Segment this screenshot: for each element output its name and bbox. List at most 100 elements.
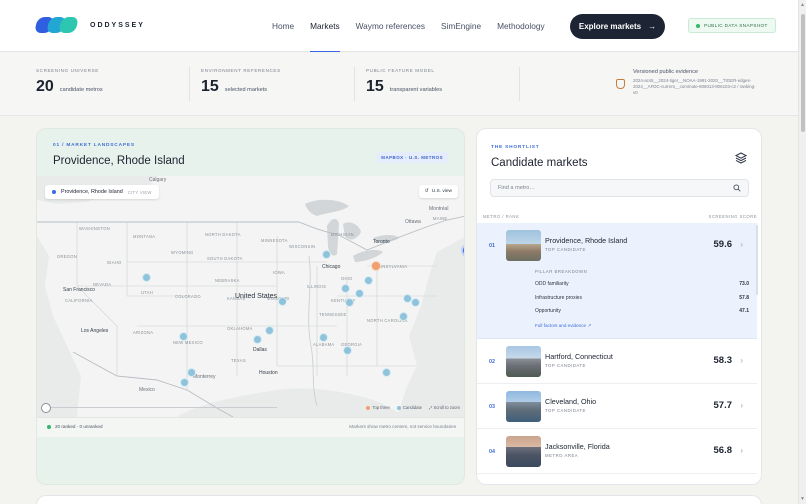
pillar-row: ODD familiarity 73.0 bbox=[535, 281, 749, 295]
metro-name: Providence, Rhode Island bbox=[545, 236, 628, 245]
svg-text:NEW MEXICO: NEW MEXICO bbox=[173, 340, 203, 345]
legend-scroll-hint: ⤢ Scroll to zoom bbox=[429, 405, 460, 410]
svg-text:WISCONSIN: WISCONSIN bbox=[289, 244, 315, 249]
city-thumbnail bbox=[506, 391, 541, 422]
scroll-up-icon[interactable]: ▲ bbox=[800, 2, 805, 8]
map-marker-candidate[interactable] bbox=[265, 326, 274, 335]
nav-item-simengine[interactable]: SimEngine bbox=[441, 0, 481, 52]
map-footer: 20 ranked · 0 unranked Markers show metr… bbox=[37, 417, 464, 437]
map-label-ottawa: Ottawa bbox=[405, 219, 421, 225]
metro-search-input[interactable]: Find a metro… bbox=[490, 179, 749, 197]
pillar-label: Infrastructure proxies bbox=[535, 294, 582, 301]
pillar-row: Infrastructure proxies 57.8 bbox=[535, 295, 749, 309]
svg-text:TENNESSEE: TENNESSEE bbox=[319, 312, 347, 317]
explore-markets-label: Explore markets bbox=[578, 22, 642, 31]
map-marker-candidate[interactable] bbox=[355, 289, 364, 298]
map-legend: Top three Candidate ⤢ Scroll to zoom bbox=[366, 405, 460, 410]
map-marker-candidate[interactable] bbox=[399, 312, 408, 321]
stat-value: 15 bbox=[366, 78, 384, 95]
svg-text:WYOMING: WYOMING bbox=[171, 250, 194, 255]
map-marker-candidate[interactable] bbox=[382, 368, 391, 377]
chevron-right-icon: › bbox=[740, 240, 743, 249]
market-landscape-card: 01 / MARKET LANDSCAPES Providence, Rhode… bbox=[36, 128, 465, 485]
chevron-right-icon: › bbox=[740, 446, 743, 455]
svg-text:MICHIGAN: MICHIGAN bbox=[331, 232, 354, 237]
stat-label: transparent variables bbox=[389, 87, 443, 93]
scroll-down-icon[interactable]: ▼ bbox=[800, 496, 805, 502]
map-marker-candidate[interactable] bbox=[278, 297, 287, 306]
full-factors-link[interactable]: Full factors and evidence ↗ bbox=[535, 323, 749, 329]
map-marker-candidate[interactable] bbox=[180, 378, 189, 387]
map-marker-candidate[interactable] bbox=[343, 346, 352, 355]
shortlist-card: THE SHORTLIST Candidate markets Find a m… bbox=[476, 128, 762, 485]
pillar-label: ODD familiarity bbox=[535, 281, 569, 287]
svg-text:NEBRASKA: NEBRASKA bbox=[215, 278, 240, 283]
map-title: Providence, Rhode Island bbox=[53, 155, 185, 167]
map-marker-candidate[interactable] bbox=[411, 298, 420, 307]
page-scrollbar[interactable]: ▲ ▼ bbox=[798, 0, 806, 504]
map-label-calgary: Calgary bbox=[149, 177, 167, 183]
explore-markets-button[interactable]: Explore markets → bbox=[570, 14, 665, 39]
nav-item-markets[interactable]: Markets bbox=[310, 0, 340, 52]
map-label-los-angeles: Los Angeles bbox=[81, 328, 109, 334]
map-marker-candidate[interactable] bbox=[179, 332, 188, 341]
map-marker-candidate[interactable] bbox=[187, 368, 196, 377]
svg-text:IOWA: IOWA bbox=[273, 270, 285, 275]
scroll-hint-label: Scroll to zoom bbox=[433, 405, 460, 410]
map-marker-candidate[interactable] bbox=[345, 298, 354, 307]
brand-logo[interactable]: ODDYSSEY bbox=[34, 16, 145, 34]
svg-text:SOUTH DAKOTA: SOUTH DAKOTA bbox=[207, 256, 243, 261]
svg-text:TEXAS: TEXAS bbox=[231, 358, 246, 363]
us-map[interactable]: WASHINGTON MONTANA NORTH DAKOTA MINNESOT… bbox=[37, 176, 464, 417]
svg-text:COLORADO: COLORADO bbox=[175, 294, 201, 299]
svg-text:WASHINGTON: WASHINGTON bbox=[79, 226, 110, 231]
us-view-button[interactable]: ↺ U.S. view bbox=[418, 185, 458, 198]
svg-text:MAINE: MAINE bbox=[433, 216, 447, 221]
pillar-breakdown: PILLAR BREAKDOWN ODD familiarity 73.0 Inf… bbox=[535, 269, 749, 329]
nav-item-methodology[interactable]: Methodology bbox=[497, 0, 545, 52]
stat-label: selected markets bbox=[224, 87, 268, 93]
pillar-row: Opportunity 47.1 bbox=[535, 308, 749, 322]
col-screening-score: SCREENING SCORE bbox=[708, 214, 757, 219]
map-label-toronto: Toronto bbox=[373, 239, 390, 245]
stat-public-feature-model: PUBLIC FEATURE MODEL 15 transparent varia… bbox=[366, 68, 442, 96]
location-chip[interactable]: Providence, Rhode Island CITY VIEW bbox=[45, 185, 159, 199]
nav-item-waymo-references[interactable]: Waymo references bbox=[356, 0, 425, 52]
pillar-label: Opportunity bbox=[535, 308, 561, 314]
map-marker-candidate[interactable] bbox=[142, 273, 151, 282]
map-footnote: Markers show metro centers, not service … bbox=[349, 424, 456, 429]
svg-text:UTAH: UTAH bbox=[141, 290, 153, 295]
city-thumbnail bbox=[506, 346, 541, 377]
status-dot-icon bbox=[47, 424, 51, 429]
stat-caption: PUBLIC FEATURE MODEL bbox=[366, 68, 435, 73]
list-item[interactable]: 02 Hartford, Connecticut TOP CANDIDATE 5… bbox=[477, 339, 757, 384]
svg-text:ILLINOIS: ILLINOIS bbox=[307, 284, 326, 289]
scrollbar-thumb[interactable] bbox=[801, 14, 805, 132]
list-item[interactable]: 04 Jacksonville, Florida METRO AREA 56.8… bbox=[477, 429, 757, 474]
stats-strip: SCREENING UNIVERSE 20 candidate metros EN… bbox=[0, 53, 798, 116]
map-marker-candidate[interactable] bbox=[253, 335, 262, 344]
map-marker-top-three[interactable] bbox=[371, 261, 381, 271]
svg-text:NEVADA: NEVADA bbox=[93, 282, 111, 287]
map-marker-candidate[interactable] bbox=[341, 284, 350, 293]
list-item[interactable]: 01 Providence, Rhode Island TOP CANDIDAT… bbox=[477, 223, 757, 339]
mapbox-badge: MAPBOX · U.S. METROS bbox=[376, 152, 448, 163]
map-label-montreal: Montréal bbox=[429, 206, 449, 212]
col-metro-rank: METRO / RANK bbox=[483, 214, 520, 219]
list-scrollbar[interactable] bbox=[756, 225, 758, 295]
map-label-mexico: Mexico bbox=[139, 387, 155, 393]
candidate-list: 01 Providence, Rhode Island TOP CANDIDAT… bbox=[477, 223, 757, 474]
svg-text:CALIFORNIA: CALIFORNIA bbox=[65, 298, 93, 303]
map-marker-candidate[interactable] bbox=[322, 250, 331, 259]
location-chip-label: Providence, Rhode Island bbox=[61, 189, 123, 195]
map-marker-candidate[interactable] bbox=[319, 333, 328, 342]
list-item[interactable]: 03 Cleveland, Ohio TOP CANDIDATE 57.7 › bbox=[477, 384, 757, 429]
main-nav: Home Markets Waymo references SimEngine … bbox=[264, 0, 553, 52]
map-marker-candidate[interactable] bbox=[364, 276, 373, 285]
layers-icon[interactable] bbox=[735, 152, 747, 164]
location-chip-sub: CITY VIEW bbox=[127, 189, 152, 195]
nav-item-home[interactable]: Home bbox=[272, 0, 294, 52]
stat-environment-references: ENVIRONMENT REFERENCES 15 selected market… bbox=[201, 68, 281, 96]
map-label-chicago: Chicago bbox=[322, 264, 341, 270]
zoom-slider-handle[interactable] bbox=[41, 403, 51, 413]
